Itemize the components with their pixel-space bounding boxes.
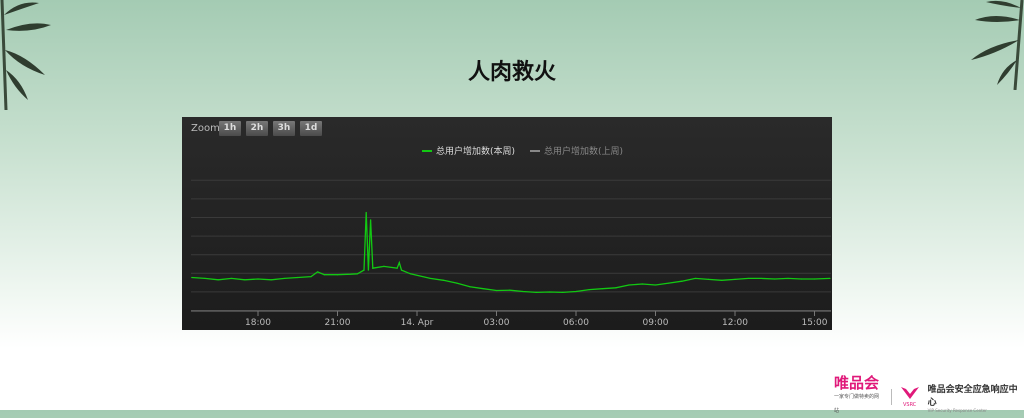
data-point <box>336 274 339 276</box>
chart-panel: 18:00 21:00 14. Apr 03:00 06:00 09:00 12:00 15:… <box>182 117 832 330</box>
data-point <box>323 274 325 276</box>
data-point <box>350 273 352 275</box>
vip-logo: 唯品会 一家专门做特卖的网站 <box>834 374 880 415</box>
data-point <box>204 277 206 280</box>
data-point <box>668 282 670 284</box>
data-point <box>396 267 398 269</box>
data-point <box>615 287 617 289</box>
data-point <box>409 273 411 275</box>
data-point <box>495 289 498 292</box>
divider <box>890 389 892 405</box>
data-point <box>522 290 524 293</box>
x-tick-label: 15:00 <box>802 318 828 328</box>
zoom-1d-button[interactable]: 1d <box>300 121 322 136</box>
slide-title: 人肉救火 <box>467 60 556 85</box>
vsrc-name: 唯品会安全应急响应中心 VIP Security Response Center <box>927 384 1018 413</box>
data-point <box>681 280 683 282</box>
data-point <box>370 219 372 221</box>
data-point <box>482 288 484 290</box>
data-point <box>372 267 374 269</box>
legend-swatch-gray <box>530 149 540 152</box>
data-point <box>721 279 723 281</box>
data-point <box>787 277 789 280</box>
data-point <box>297 276 299 279</box>
data-point <box>575 290 577 293</box>
x-tick-label: 12:00 <box>722 318 748 328</box>
legend-label: 总用户增加数(上周) <box>544 147 624 157</box>
series-line <box>191 212 831 294</box>
x-tick-label: 21:00 <box>325 318 351 328</box>
data-point <box>429 277 431 280</box>
footer-logos: 唯品会 一家专门做特卖的网站 VSRC 唯品会安全应急响应中心 VIP Securi… <box>834 376 1024 418</box>
data-point <box>469 286 471 288</box>
data-point <box>747 277 749 280</box>
data-point <box>601 288 604 290</box>
data-point <box>217 279 219 281</box>
legend-label: 总用户增加数(本周) <box>436 147 516 157</box>
legend-item-last-week[interactable]: 总用户增加数(上周) <box>530 144 623 157</box>
data-point <box>317 271 319 273</box>
data-point <box>641 283 643 285</box>
data-point <box>535 291 537 293</box>
zoom-label: Zoom <box>191 123 220 134</box>
data-point <box>356 273 358 275</box>
data-point <box>400 269 403 271</box>
data-point <box>365 211 367 214</box>
data-point <box>734 278 736 280</box>
legend-swatch-green <box>422 149 432 152</box>
data-point <box>442 279 445 281</box>
data-point <box>562 291 564 293</box>
x-tick-label: 06:00 <box>563 318 589 328</box>
data-point <box>694 277 696 280</box>
data-point <box>813 278 816 280</box>
x-tick-label: 03:00 <box>484 318 510 328</box>
data-point <box>230 277 233 280</box>
data-point <box>310 275 312 278</box>
x-tick-label: 18:00 <box>245 318 271 328</box>
data-point <box>588 289 590 291</box>
data-point <box>628 284 630 286</box>
x-tick-label: 09:00 <box>643 318 669 328</box>
data-point <box>774 278 776 280</box>
data-point <box>367 269 370 271</box>
data-point <box>456 282 458 284</box>
data-point <box>707 278 710 280</box>
data-point <box>270 279 272 281</box>
data-point <box>398 262 400 264</box>
zoom-1h-button[interactable]: 1h <box>219 121 241 136</box>
data-point <box>509 289 511 291</box>
vsrc-logo: VSRC <box>900 386 920 408</box>
data-point <box>244 279 246 281</box>
data-point <box>654 284 657 286</box>
data-point <box>257 278 259 280</box>
zoom-3h-button[interactable]: 3h <box>273 121 295 136</box>
zoom-2h-button[interactable]: 2h <box>246 121 268 136</box>
data-point <box>548 291 551 293</box>
legend-item-this-week[interactable]: 总用户增加数(本周) <box>422 144 515 157</box>
data-point <box>829 277 831 280</box>
data-point <box>363 269 365 271</box>
data-point <box>800 278 802 280</box>
x-tick-label: 14. Apr <box>401 318 434 328</box>
data-point <box>283 277 286 280</box>
data-point <box>191 276 193 279</box>
data-point <box>383 265 385 267</box>
data-point <box>760 277 763 280</box>
